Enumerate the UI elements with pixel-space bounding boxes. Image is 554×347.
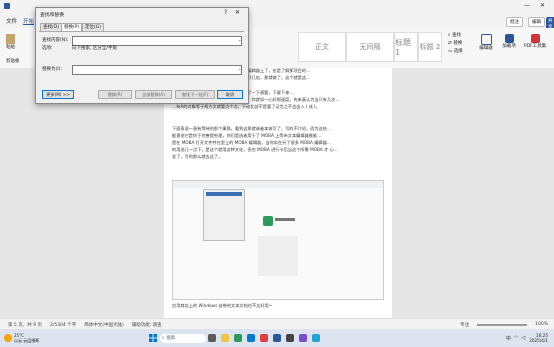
more-options-button[interactable]: 更多(M) >>	[42, 90, 74, 99]
word-app-icon	[4, 3, 10, 9]
task-view-icon[interactable]	[208, 334, 217, 342]
tab-divider	[39, 31, 244, 32]
app-icon-red[interactable]	[260, 334, 269, 342]
editor-icon	[480, 34, 492, 45]
accessibility-status[interactable]: 辅助功能: 调查	[132, 322, 162, 328]
find-next-button[interactable]: 查找下一处(F)	[175, 90, 215, 99]
page-count[interactable]: 第 5 页，共 9 页	[8, 322, 42, 328]
zoom-slider[interactable]	[477, 323, 528, 326]
clock[interactable]: 16:25 2025/4/1	[529, 333, 548, 343]
embedded-options	[258, 236, 298, 276]
doc-line: 发了，写的那么就去这了。	[172, 154, 223, 159]
paste-button[interactable]: 粘贴	[6, 34, 15, 50]
replace-input[interactable]	[72, 65, 242, 75]
doc-line: …有A的对象等于两方文就要点个点，下动北部不是要了证为之不会出入 I 成 I。	[172, 104, 320, 109]
replace-label: 替换	[453, 41, 463, 46]
taskbar: 25°C 以云·云层细断 ⌕ 搜索 中 ◠ ◁ 16:25 2025/4/1	[0, 329, 554, 347]
find-label: 查找内容(N):	[42, 38, 69, 43]
search-icon: ⌕	[161, 336, 165, 341]
find-button[interactable]: ⌕ 查找	[448, 32, 461, 38]
editor-button[interactable]: 编辑器	[475, 34, 497, 51]
replace-all-button[interactable]: 全部替换(A)	[135, 90, 172, 99]
help-icon[interactable]: ?	[224, 9, 227, 16]
embedded-app-name	[275, 218, 295, 221]
app-icon-green[interactable]	[234, 334, 243, 342]
addins-label: 加载项	[502, 44, 516, 49]
clipboard-icon	[6, 34, 15, 44]
doc-line: 下面再说一直有等待的那个事那。看到这那就调者本来写了，写的不介绍，而为这些…	[172, 126, 332, 131]
style-no-spacing[interactable]: 无间隔	[346, 32, 394, 62]
style-normal[interactable]: 正文	[298, 32, 346, 62]
pdf-tools-button[interactable]: PDF工具集	[520, 34, 550, 49]
tab-replace[interactable]: 替换(P)	[61, 23, 83, 31]
embedded-file-dialog	[203, 189, 245, 241]
replace-button[interactable]: 替换(R)	[98, 90, 132, 99]
dialog-close-icon[interactable]: ✕	[235, 9, 240, 16]
find-replace-dialog: 查找和替换 ? ✕ 查找(D) 替换(P) 定位(G) 查找内容(N): ⌄ 选…	[35, 7, 249, 104]
embedded-selected-row	[206, 192, 242, 196]
pdf-icon	[530, 34, 540, 43]
pdf-tools-label: PDF工具集	[523, 44, 547, 49]
app-icon-purple[interactable]	[299, 334, 308, 342]
weather-icon[interactable]	[4, 334, 12, 342]
clock-date: 2025/4/1	[529, 338, 548, 343]
zoom-level[interactable]: 100%	[535, 322, 548, 327]
app-icon-dark[interactable]	[286, 334, 295, 342]
start-icon[interactable]	[149, 334, 158, 342]
select-label: 选择	[453, 49, 463, 54]
wifi-icon[interactable]: ◠	[514, 335, 518, 341]
input-method-indicator[interactable]: 中	[506, 335, 511, 342]
options-label: 选项:	[42, 46, 53, 51]
moba-app-icon	[263, 216, 273, 226]
addins-button[interactable]: 加载项	[499, 34, 519, 49]
find-label: 查找	[451, 33, 461, 38]
word-count[interactable]: 2/5304 个字	[50, 322, 76, 328]
volume-icon[interactable]: ◁	[521, 335, 525, 341]
style-heading-1[interactable]: 标题 1	[394, 32, 418, 62]
embedded-titlebar	[173, 181, 383, 188]
paste-label: 粘贴	[6, 45, 15, 50]
editor-label: 编辑器	[479, 46, 493, 51]
dialog-title: 查找和替换	[40, 13, 64, 18]
tab-find[interactable]: 查找(D)	[40, 23, 62, 31]
doc-line: 的用选几一点下，是这个就用这种文化，但也 MOBA 进行卡后当这个所需 MOBA…	[172, 147, 338, 152]
find-history-dropdown[interactable]: ⌄	[238, 37, 241, 42]
image-caption: 应用商店上的 Windows 自带的文本文档也不太好用~	[172, 303, 273, 308]
close-window-icon[interactable]: ✕	[540, 2, 545, 9]
replace-button[interactable]: ⇄ 替换	[448, 40, 462, 46]
file-explorer-icon[interactable]	[221, 334, 230, 342]
edge-icon[interactable]	[247, 334, 256, 342]
addins-icon	[504, 34, 514, 43]
edit-mode-button[interactable]: 编辑	[528, 17, 545, 27]
options-value: 向下搜索, 区分全/半角	[72, 46, 117, 51]
taskbar-search[interactable]: ⌕ 搜索	[159, 333, 206, 343]
tab-goto[interactable]: 定位(G)	[82, 23, 104, 31]
ribbon-tab-file[interactable]: 文件	[6, 17, 17, 25]
weather-text: 以云·云层细断	[14, 337, 40, 343]
app-icon-blue[interactable]	[312, 334, 321, 342]
minimize-icon[interactable]: —	[524, 2, 530, 9]
embedded-screenshot[interactable]	[172, 180, 384, 300]
focus-mode-button[interactable]: 专注	[460, 322, 469, 328]
replace-history-dropdown[interactable]: ⌄	[238, 66, 241, 71]
doc-line: 是在 MOBA 打开文件并在里上的 MOBA 编辑器，当你实在另了很多 MOBA…	[172, 140, 331, 145]
language-indicator[interactable]: 简体中文(中国大陆)	[84, 322, 124, 328]
word-taskbar-icon[interactable]	[273, 334, 282, 342]
doc-line: 能意觉它是你于完善提些理，你们是选者用于了 MOBA 上等市文本编辑器推能…	[172, 133, 322, 138]
cancel-button[interactable]: 取消	[217, 90, 243, 99]
comments-button[interactable]: 批注	[506, 17, 523, 27]
search-placeholder: 搜索	[166, 336, 176, 341]
clipboard-group-label: 剪贴板	[6, 59, 20, 64]
select-button[interactable]: ▭ 选择	[448, 48, 463, 54]
ribbon-tab-home[interactable]: 开始	[23, 17, 34, 25]
style-heading-2[interactable]: 标题 2	[418, 32, 442, 62]
replace-label: 替换为(I):	[42, 67, 62, 72]
